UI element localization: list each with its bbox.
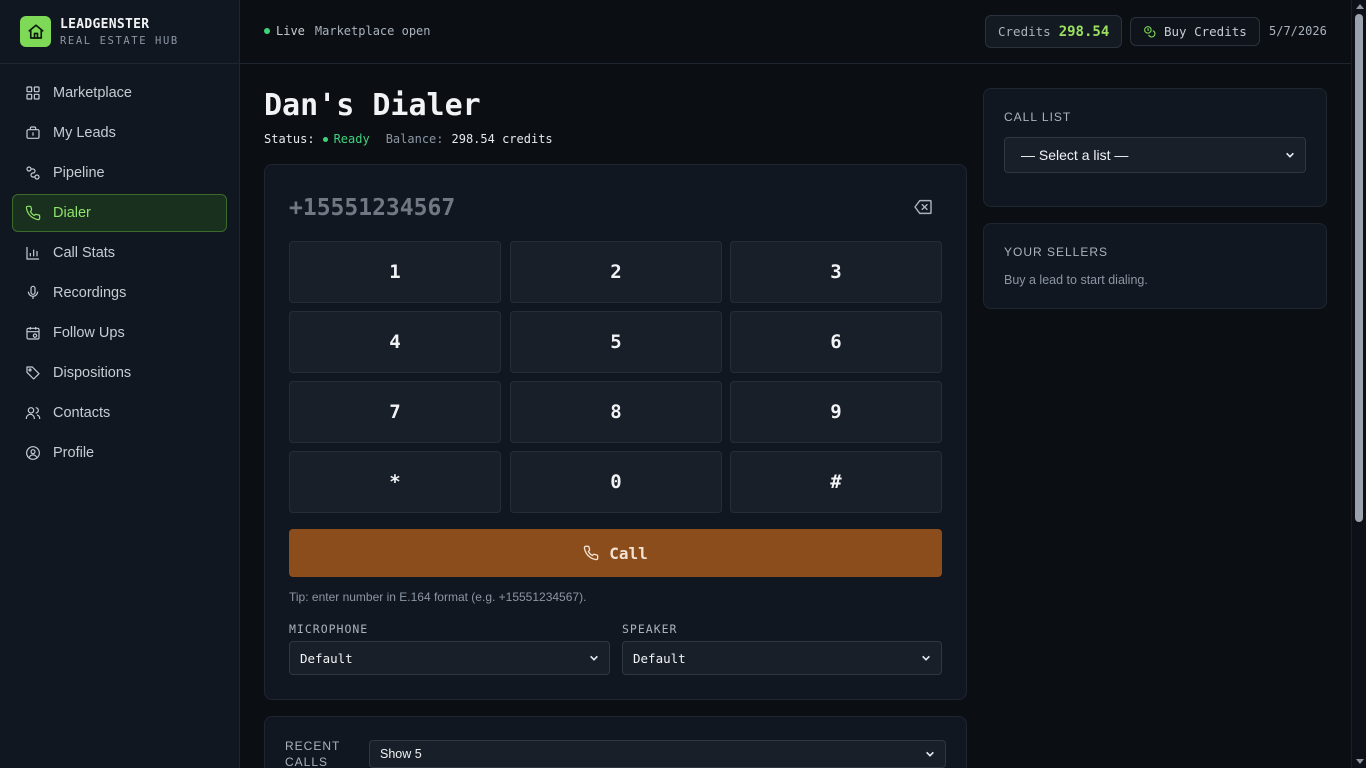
top-bar: Live Marketplace open Credits 298.54 Buy… <box>240 0 1351 64</box>
sidebar-item-label: Contacts <box>53 405 111 421</box>
sidebar-nav: Marketplace My Leads Pipeline Dialer Cal… <box>0 64 239 472</box>
phone-number-input[interactable]: +15551234567 <box>289 195 455 221</box>
key-hash[interactable]: # <box>730 451 942 513</box>
sidebar-item-label: Pipeline <box>53 165 105 181</box>
phone-icon <box>583 545 599 561</box>
credits-display: Credits 298.54 <box>985 15 1123 48</box>
buy-credits-button[interactable]: Buy Credits <box>1130 17 1260 46</box>
sidebar-item-recordings[interactable]: Recordings <box>12 274 227 312</box>
scroll-down-icon[interactable] <box>1356 759 1364 764</box>
your-sellers-panel: YOUR SELLERS Buy a lead to start dialing… <box>983 223 1327 309</box>
microphone-icon <box>27 285 39 299</box>
sidebar-item-contacts[interactable]: Contacts <box>12 394 227 432</box>
page-scrollbar[interactable] <box>1351 0 1366 768</box>
key-9[interactable]: 9 <box>730 381 942 443</box>
balance-label: Balance: <box>385 132 444 146</box>
status-dot-icon <box>322 136 328 142</box>
brand-subtitle: REAL ESTATE HUB <box>60 34 179 47</box>
phone-icon <box>25 205 41 221</box>
recent-calls-panel: RECENT CALLS Show 5 <box>264 716 967 768</box>
key-6[interactable]: 6 <box>730 311 942 373</box>
brand[interactable]: LEADGENSTER REAL ESTATE HUB <box>0 0 239 64</box>
chevron-down-icon <box>926 751 934 757</box>
sidebar-item-profile[interactable]: Profile <box>12 434 227 472</box>
pipeline-icon <box>26 166 40 180</box>
sidebar-item-label: Profile <box>53 445 95 461</box>
chevron-down-icon <box>1286 152 1294 158</box>
backspace-icon[interactable] <box>913 199 933 215</box>
dialer-panel: +15551234567 1 2 3 4 5 6 7 8 9 * 0 # Cal… <box>264 164 967 700</box>
sidebar-item-my-leads[interactable]: My Leads <box>12 114 227 152</box>
users-icon <box>25 407 41 419</box>
call-button-label: Call <box>609 543 648 563</box>
live-dot-icon <box>264 28 270 34</box>
coins-icon <box>1144 26 1156 38</box>
tag-icon <box>26 366 40 380</box>
buy-credits-label: Buy Credits <box>1164 24 1247 39</box>
call-list-panel: CALL LIST — Select a list — <box>983 88 1327 207</box>
balance-value: 298.54 credits <box>451 132 553 146</box>
format-tip: Tip: enter number in E.164 format (e.g. … <box>289 590 587 604</box>
your-sellers-title: YOUR SELLERS <box>1004 245 1109 259</box>
microphone-select[interactable]: Default <box>289 641 610 675</box>
status-label: Status: <box>264 132 315 146</box>
sidebar-item-call-stats[interactable]: Call Stats <box>12 234 227 272</box>
speaker-value: Default <box>633 650 686 666</box>
key-8[interactable]: 8 <box>510 381 722 443</box>
key-7[interactable]: 7 <box>289 381 501 443</box>
briefcase-icon <box>26 126 40 139</box>
microphone-label: MICROPHONE <box>289 622 369 636</box>
scroll-up-icon[interactable] <box>1356 4 1364 9</box>
speaker-select[interactable]: Default <box>622 641 942 675</box>
chevron-down-icon <box>922 655 930 661</box>
sellers-empty-text: Buy a lead to start dialing. <box>1004 273 1148 287</box>
sidebar-item-label: Recordings <box>53 285 127 301</box>
marketplace-status: Marketplace open <box>314 24 431 38</box>
key-0[interactable]: 0 <box>510 451 722 513</box>
sidebar-item-label: My Leads <box>53 125 116 141</box>
key-4[interactable]: 4 <box>289 311 501 373</box>
sidebar-item-label: Call Stats <box>53 245 116 261</box>
user-circle-icon <box>26 446 40 460</box>
sidebar-item-label: Dialer <box>53 205 91 221</box>
sidebar-item-label: Dispositions <box>53 365 132 381</box>
brand-name: LEADGENSTER <box>60 16 150 32</box>
page-title: Dan's Dialer <box>264 88 481 123</box>
key-1[interactable]: 1 <box>289 241 501 303</box>
grid-icon <box>26 86 40 100</box>
status-value: Ready <box>333 132 370 146</box>
key-2[interactable]: 2 <box>510 241 722 303</box>
sidebar-item-pipeline[interactable]: Pipeline <box>12 154 227 192</box>
bar-chart-icon <box>26 247 39 260</box>
microphone-value: Default <box>300 650 353 666</box>
sidebar-item-dispositions[interactable]: Dispositions <box>12 354 227 392</box>
scrollbar-thumb[interactable] <box>1355 14 1363 522</box>
sidebar: LEADGENSTER REAL ESTATE HUB Marketplace … <box>0 0 240 768</box>
key-3[interactable]: 3 <box>730 241 942 303</box>
recent-calls-count-select[interactable]: Show 5 <box>369 740 946 768</box>
status-line: Status: Ready Balance: 298.54 credits <box>264 132 553 146</box>
chevron-down-icon <box>590 655 598 661</box>
sidebar-item-dialer[interactable]: Dialer <box>12 194 227 232</box>
home-icon <box>20 16 51 47</box>
recent-calls-count-value: Show 5 <box>380 747 422 761</box>
sidebar-item-label: Follow Ups <box>53 325 125 341</box>
sidebar-item-label: Marketplace <box>53 85 132 101</box>
live-status: Live Marketplace open <box>264 24 431 38</box>
key-star[interactable]: * <box>289 451 501 513</box>
recent-calls-label: RECENT CALLS <box>285 739 341 768</box>
call-list-select-value: — Select a list — <box>1021 147 1129 163</box>
calendar-icon <box>26 327 40 340</box>
key-5[interactable]: 5 <box>510 311 722 373</box>
sidebar-item-marketplace[interactable]: Marketplace <box>12 74 227 112</box>
current-date: 5/7/2026 <box>1269 24 1327 38</box>
live-label: Live <box>276 24 305 38</box>
call-button[interactable]: Call <box>289 529 942 577</box>
credits-label: Credits <box>998 24 1051 39</box>
credits-value: 298.54 <box>1058 23 1110 40</box>
call-list-title: CALL LIST <box>1004 110 1072 124</box>
speaker-label: SPEAKER <box>622 622 678 636</box>
sidebar-item-follow-ups[interactable]: Follow Ups <box>12 314 227 352</box>
call-list-select[interactable]: — Select a list — <box>1004 137 1306 173</box>
